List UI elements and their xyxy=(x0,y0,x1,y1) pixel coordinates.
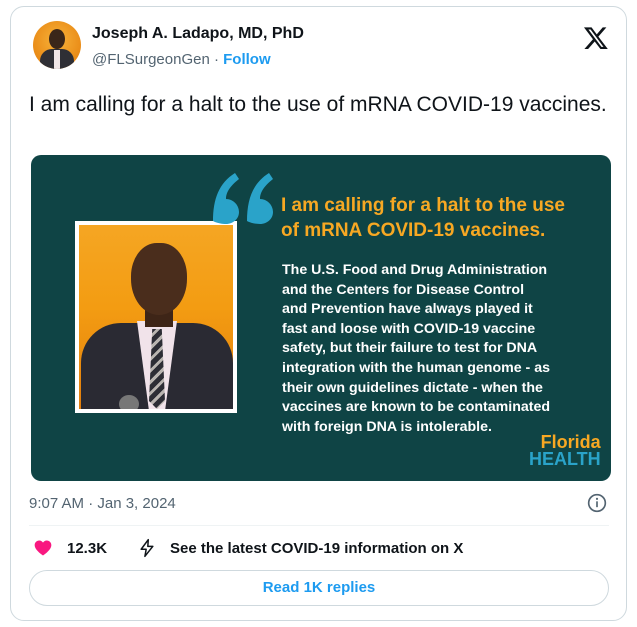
tweet-text: I am calling for a halt to the use of mR… xyxy=(29,93,607,116)
body-line: integration with the human genome - as xyxy=(282,359,551,376)
read-replies-button[interactable]: Read 1K replies xyxy=(29,570,609,606)
tweet-timestamp[interactable]: 9:07 AM · Jan 3, 2024 xyxy=(29,495,176,512)
body-line: and the Centers for Disease Control xyxy=(282,281,525,298)
body-line: The U.S. Food and Drug Administration xyxy=(282,262,548,278)
body-line: their own guidelines dictate - when the xyxy=(282,379,543,396)
portrait-photo xyxy=(75,221,237,413)
author-handle[interactable]: @FLSurgeonGen xyxy=(92,51,210,68)
heart-icon xyxy=(34,540,52,556)
florida-health-logo: Florida HEALTH xyxy=(529,433,601,469)
body-line: and Prevention have always played it xyxy=(282,301,533,318)
tweet-card: Joseph A. Ladapo, MD, PhD @FLSurgeonGen … xyxy=(10,6,627,621)
headline-line: of mRNA COVID-19 vaccines. xyxy=(281,220,546,241)
x-logo-icon[interactable] xyxy=(583,25,609,51)
quote-mark-icon xyxy=(213,173,273,224)
body-line: safety, but their failure to test for DN… xyxy=(282,340,538,357)
follow-button[interactable]: Follow xyxy=(223,51,271,68)
info-icon[interactable] xyxy=(587,493,607,513)
media-headline: I am calling for a halt to the use of mR… xyxy=(281,193,601,243)
divider xyxy=(29,525,609,526)
body-line: vaccines are known to be contaminated xyxy=(282,399,551,416)
separator: · xyxy=(213,51,219,68)
see-latest-label: See the latest COVID-19 information on X xyxy=(170,539,464,557)
like-count: 12.3K xyxy=(67,539,108,557)
author-handle-row: @FLSurgeonGen · Follow xyxy=(92,51,271,68)
like-button[interactable]: 12.3K xyxy=(33,537,107,559)
lightning-icon xyxy=(140,538,154,558)
see-latest-link[interactable]: See the latest COVID-19 information on X xyxy=(137,537,463,559)
media-body-text: The U.S. Food and Drug Administration an… xyxy=(282,261,592,437)
author-name[interactable]: Joseph A. Ladapo, MD, PhD xyxy=(92,25,304,43)
tweet-media-image[interactable]: I am calling for a halt to the use of mR… xyxy=(31,155,611,481)
body-line: fast and loose with COVID-19 vaccine xyxy=(282,320,536,337)
avatar[interactable] xyxy=(33,21,81,69)
headline-line: I am calling for a halt to the use xyxy=(281,195,565,216)
logo-line-health: HEALTH xyxy=(529,449,601,469)
